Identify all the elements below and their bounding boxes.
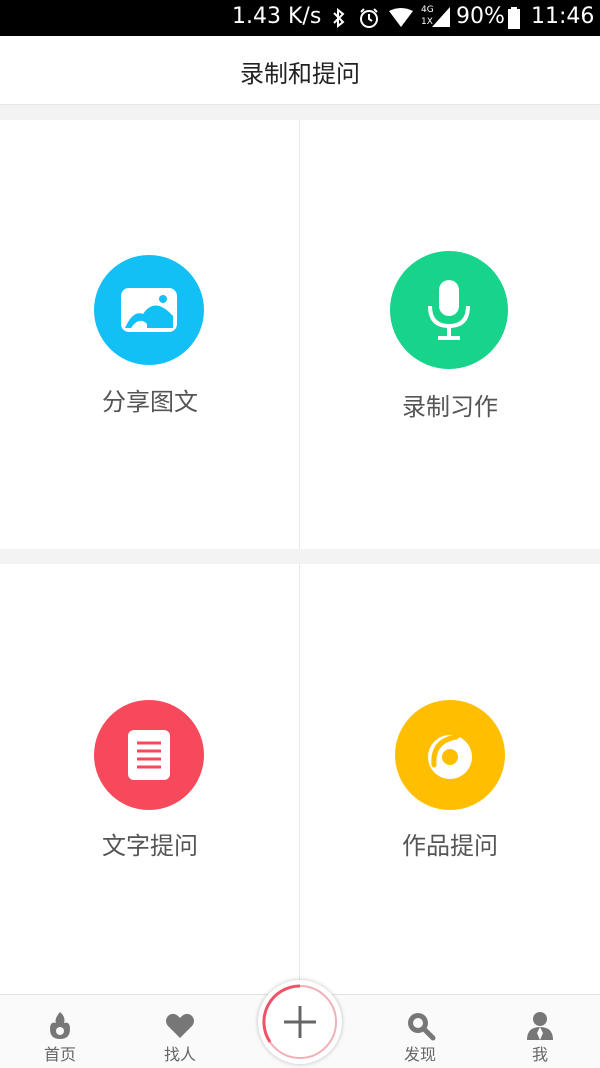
divider: [0, 549, 600, 564]
tab-me[interactable]: 我: [480, 995, 600, 1068]
tab-discover[interactable]: 发现: [360, 995, 480, 1068]
tab-home-label: 首页: [43, 1045, 76, 1064]
microphone-icon: [390, 251, 508, 369]
divider: [0, 105, 600, 120]
heart-icon: [166, 1013, 194, 1038]
page-title: 录制和提问: [240, 60, 360, 88]
share-image-text-label: 分享图文: [102, 388, 198, 416]
work-question-label: 作品提问: [402, 832, 498, 860]
signal-icon: [432, 7, 450, 27]
tab-find-people-label: 找人: [163, 1045, 196, 1064]
work-question-button[interactable]: 作品提问: [300, 564, 600, 994]
record-work-button[interactable]: 录制习作: [300, 120, 600, 549]
plus-icon: [262, 984, 337, 1059]
document-icon: [94, 700, 204, 810]
tab-find-people[interactable]: 找人: [120, 995, 240, 1068]
home-flame-icon: [50, 1012, 70, 1039]
tab-me-label: 我: [531, 1045, 548, 1064]
tab-home[interactable]: 首页: [0, 995, 120, 1068]
tab-discover-label: 发现: [403, 1045, 436, 1064]
add-button[interactable]: [258, 980, 342, 1064]
battery-percent: 90%: [456, 4, 505, 29]
network-speed: 1.43 K/s: [232, 4, 322, 29]
image-icon: [94, 255, 204, 365]
record-work-label: 录制习作: [402, 393, 498, 421]
status-bar: 1.43 K/s 4G 1X 90% 11:46: [0, 0, 600, 36]
text-question-button[interactable]: 文字提问: [0, 564, 299, 994]
search-discover-icon: [408, 1013, 436, 1041]
wifi-icon: [389, 8, 413, 27]
battery-icon: [508, 7, 520, 29]
share-image-text-button[interactable]: 分享图文: [0, 120, 299, 549]
text-question-label: 文字提问: [102, 832, 198, 860]
bluetooth-icon: [333, 8, 345, 28]
pottery-icon: [395, 700, 505, 810]
header: 录制和提问: [0, 36, 600, 105]
user-icon: [527, 1012, 553, 1040]
clock: 11:46: [531, 4, 595, 29]
alarm-icon: [360, 8, 378, 28]
